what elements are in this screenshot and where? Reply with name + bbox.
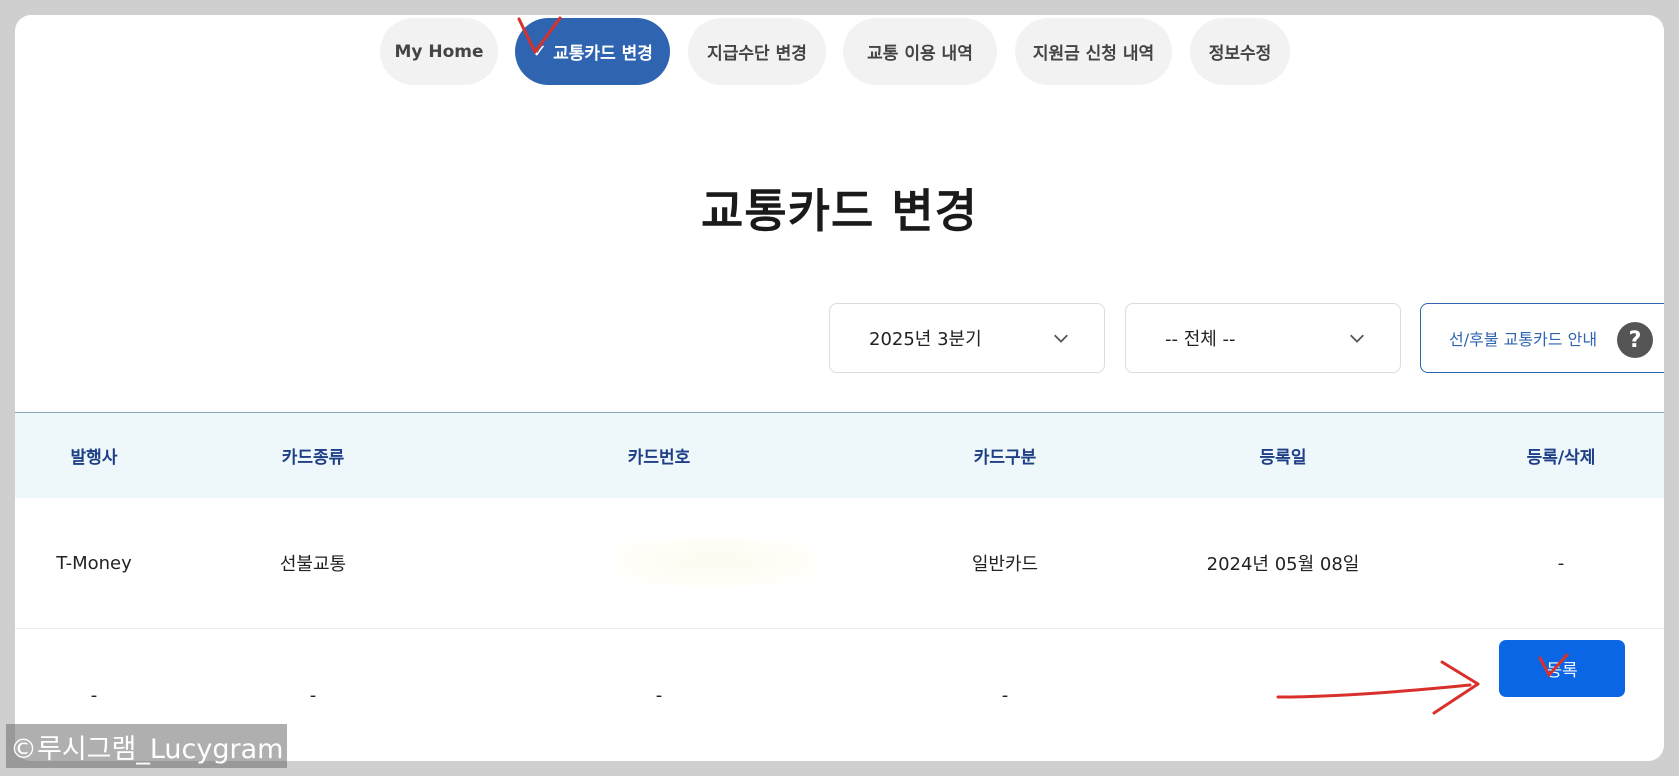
chevron-down-icon [1350, 334, 1364, 343]
cell-card-number: - [655, 684, 663, 706]
table-row: T-Money 선불교통 일반카드 2024년 05월 08일 - [15, 498, 1664, 629]
card-guide-button[interactable]: 선/후불 교통카드 안내 ? [1420, 303, 1664, 373]
card-type-select[interactable]: -- 전체 -- [1125, 303, 1401, 373]
help-icon: ? [1617, 322, 1653, 358]
card-type-select-value: -- 전체 -- [1165, 329, 1236, 350]
header-card-category: 카드구분 [973, 448, 1037, 468]
tab-bar: My Home ✓ 교통카드 변경 지급수단 변경 교통 이용 내역 지원금 신… [15, 18, 1664, 88]
card-number-redacted [615, 538, 815, 586]
check-icon: ✓ [532, 41, 548, 62]
cell-card-kind: 선불교통 [279, 554, 347, 575]
tab-label: My Home [394, 41, 484, 62]
watermark: ©루시그램_Lucygram [6, 724, 288, 768]
header-card-kind: 카드종류 [281, 448, 345, 468]
tab-label: 지급수단 변경 [707, 44, 807, 64]
table-header: 발행사 카드종류 카드번호 카드구분 등록일 등록/삭제 [15, 413, 1664, 498]
quarter-select-value: 2025년 3분기 [869, 329, 982, 350]
tab-label: 교통카드 변경 [553, 44, 653, 64]
page-frame: My Home ✓ 교통카드 변경 지급수단 변경 교통 이용 내역 지원금 신… [15, 15, 1664, 761]
tab-card-change[interactable]: ✓ 교통카드 변경 [515, 18, 670, 85]
header-card-number: 카드번호 [627, 448, 691, 468]
cell-card-kind: - [309, 684, 317, 706]
card-guide-label: 선/후불 교통카드 안내 [1449, 330, 1598, 349]
header-register-delete: 등록/삭제 [1526, 448, 1596, 468]
register-button[interactable]: 등록 [1499, 640, 1625, 697]
cell-issuer: T-Money [56, 552, 132, 574]
tab-label: 정보수정 [1208, 44, 1272, 64]
tab-payment-change[interactable]: 지급수단 변경 [688, 18, 826, 85]
quarter-select[interactable]: 2025년 3분기 [829, 303, 1105, 373]
cell-card-category: 일반카드 [971, 554, 1039, 575]
chevron-down-icon [1054, 334, 1068, 343]
cell-card-category: - [1001, 684, 1009, 706]
tab-usage-history[interactable]: 교통 이용 내역 [843, 18, 997, 85]
page-title: 교통카드 변경 [701, 184, 978, 238]
tab-subsidy-history[interactable]: 지원금 신청 내역 [1015, 18, 1172, 85]
tab-label: 교통 이용 내역 [867, 44, 973, 64]
tab-label: 지원금 신청 내역 [1032, 44, 1155, 64]
tab-my-home[interactable]: My Home [380, 18, 498, 85]
header-registered-date: 등록일 [1259, 448, 1307, 468]
cell-register-delete: - [1557, 552, 1565, 574]
cell-registered-date: 2024년 05월 08일 [1206, 554, 1360, 575]
tab-edit-info[interactable]: 정보수정 [1190, 18, 1290, 85]
header-issuer: 발행사 [70, 448, 118, 468]
